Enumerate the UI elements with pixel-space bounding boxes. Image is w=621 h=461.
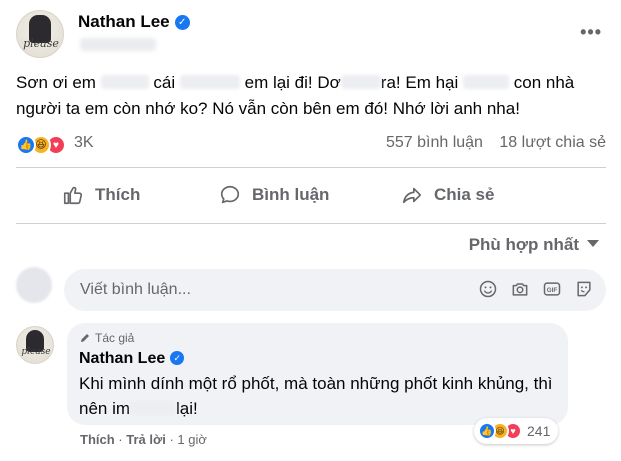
pencil-icon (81, 334, 89, 342)
like-button[interactable]: Thích (62, 176, 140, 214)
comment-time[interactable]: 1 giờ (177, 432, 207, 447)
post-author-label[interactable]: Nathan Lee (78, 12, 170, 31)
author-tag: Tác giả (79, 331, 556, 345)
comment-input-placeholder[interactable]: Viết bình luận... (80, 281, 191, 299)
censored-word (130, 401, 177, 415)
post-text-part: em lại đi! Dơ (244, 73, 341, 92)
comment-bubble-icon (220, 185, 240, 204)
reply-avatar-image: please (16, 326, 54, 364)
verified-badge-icon: ✓ (174, 15, 190, 30)
post-text-part: Sơn ơi em (16, 73, 96, 92)
share-arrow-icon (402, 187, 422, 204)
verified-badge-icon: ✓ (170, 351, 185, 365)
comment-text: Khi mình dính một rổ phốt, mà toàn những… (79, 371, 556, 421)
emoji-icon[interactable] (478, 279, 498, 299)
comment-like-link[interactable]: Thích (80, 432, 115, 447)
reactions-summary[interactable]: 👍 😆 ♥ 3K 557 bình luận 18 lượt chia sẻ (16, 133, 606, 157)
comment-sort-label[interactable]: Phù hợp nhất (469, 235, 579, 254)
camera-icon[interactable] (510, 279, 530, 299)
reply-author-avatar[interactable]: please (16, 326, 54, 364)
author-tag-label: Tác giả (95, 331, 135, 345)
comments-count-link[interactable]: 557 bình luận (386, 134, 483, 151)
comment-reaction-summary[interactable]: 👍 😆 ♥ 241 (474, 418, 559, 444)
post-text-part: ra! Em hại (380, 73, 459, 92)
like-icon: 👍 (478, 422, 496, 440)
thumbs-up-icon (63, 186, 83, 205)
censored-word (463, 75, 510, 89)
post-text: Sơn ơi em cái em lại đi! Dơ ra! Em hại co… (16, 70, 608, 122)
comment-author-name[interactable]: Nathan Lee ✓ (79, 350, 556, 368)
more-options-button[interactable]: ••• (580, 22, 602, 43)
author-avatar[interactable]: please (16, 10, 64, 58)
comment-meta: Thích · Trả lời · 1 giờ (80, 432, 207, 447)
svg-text:GIF: GIF (547, 287, 558, 294)
avatar-script-text: please (21, 347, 51, 357)
avatar-script-text: please (23, 37, 59, 50)
censored-word (179, 75, 240, 89)
post-stats: 557 bình luận 18 lượt chia sẻ (386, 134, 606, 152)
censored-word (340, 75, 381, 89)
sticker-icon[interactable] (574, 279, 594, 299)
divider (16, 167, 606, 168)
shares-count-link[interactable]: 18 lượt chia sẻ (499, 134, 606, 151)
post-author-name[interactable]: Nathan Lee ✓ (78, 12, 190, 32)
post-header: please Nathan Lee ✓ ••• (16, 10, 606, 60)
comment-reply-link[interactable]: Trả lời (126, 432, 166, 447)
divider (16, 223, 606, 224)
comment-button-label[interactable]: Bình luận (252, 185, 329, 205)
like-icon: 👍 (16, 135, 36, 155)
censored-word (100, 75, 149, 89)
caret-down-icon (587, 240, 599, 247)
comment-input[interactable]: Viết bình luận... GIF (64, 269, 606, 311)
comment-reaction-count[interactable]: 241 (527, 423, 550, 439)
comment-author-label[interactable]: Nathan Lee (79, 350, 165, 367)
current-user-avatar[interactable] (16, 267, 52, 303)
comment-text-part: lại! (176, 399, 198, 418)
share-button[interactable]: Chia sẻ (401, 176, 494, 214)
comment-button[interactable]: Bình luận (219, 176, 329, 214)
post-timestamp-blurred[interactable] (80, 38, 156, 51)
gif-icon[interactable]: GIF (542, 279, 562, 299)
share-button-label[interactable]: Chia sẻ (434, 185, 494, 205)
compose-icon-bar: GIF (478, 279, 594, 299)
post-text-part: cái (153, 73, 176, 92)
comment-bubble: Tác giả Nathan Lee ✓ Khi mình dính một rổ… (67, 323, 568, 425)
comment-sort-dropdown[interactable]: Phù hợp nhất (469, 235, 599, 255)
reaction-count[interactable]: 3K (74, 134, 94, 152)
like-button-label[interactable]: Thích (95, 185, 140, 205)
